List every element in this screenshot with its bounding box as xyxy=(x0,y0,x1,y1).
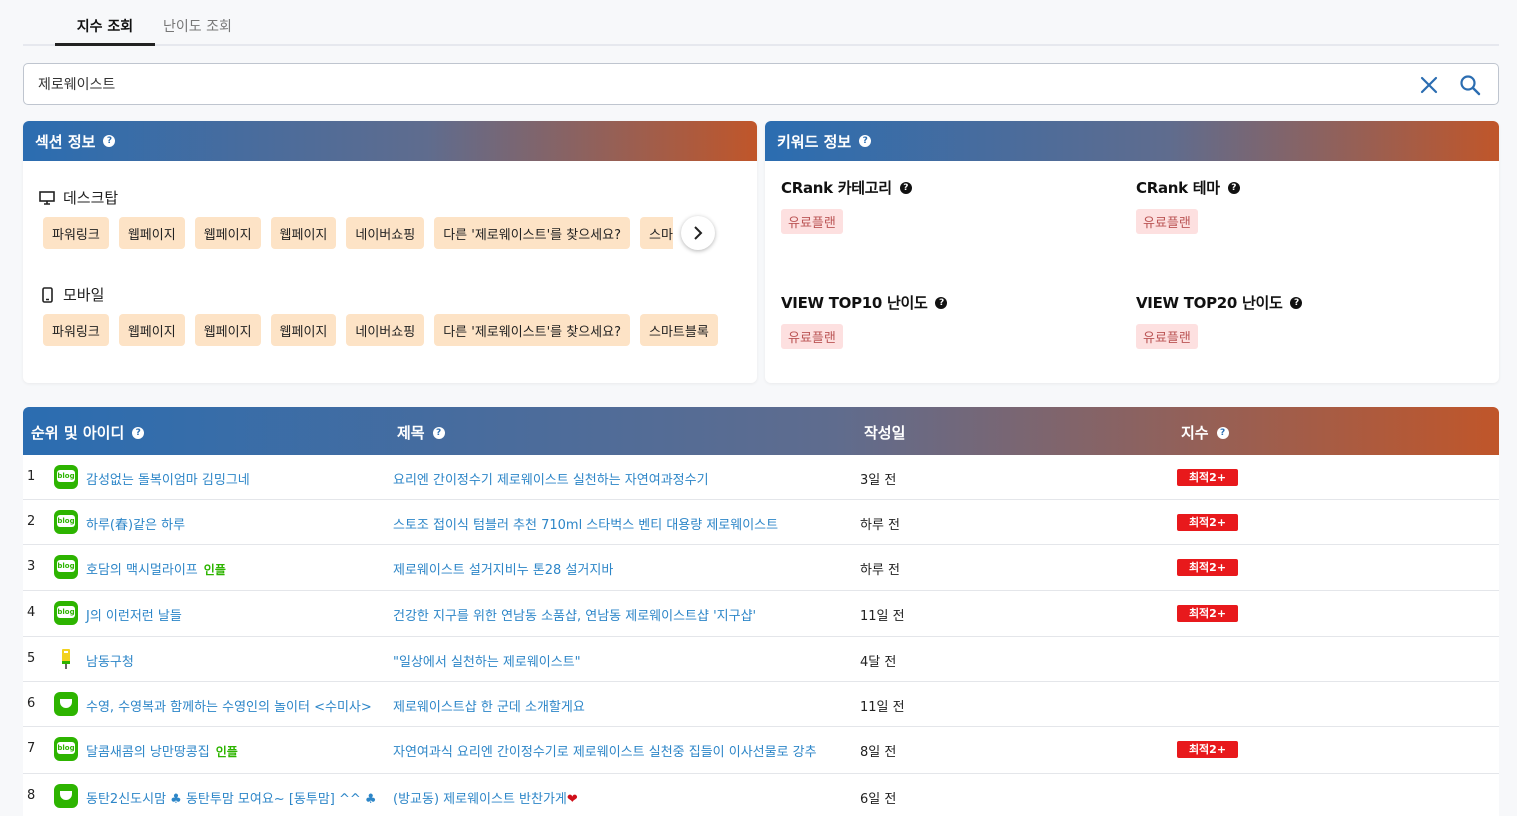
chip[interactable]: 스마트블록 xyxy=(639,314,718,346)
heart-icon: ❤ xyxy=(566,792,578,807)
post-title-link[interactable]: 스토조 접이식 텀블러 추천 710ml 스타벅스 벤티 대용량 제로웨이스트 xyxy=(393,514,778,533)
chevron-right-icon xyxy=(694,226,703,240)
help-icon[interactable]: ? xyxy=(899,181,912,194)
section-info-panel: 섹션 정보 ? 데스크탑 파워링크 웹페이지 웹페이지 웹페이지 네이버쇼핑 다… xyxy=(23,121,757,383)
clear-icon[interactable] xyxy=(1417,73,1441,97)
post-title-link[interactable]: (방교동) 제로웨이스트 반찬가게❤ xyxy=(393,788,578,807)
table-row: 3 호담의 맥시멀라이프인플 제로웨이스트 설거지비누 톤28 설거지바 하루 … xyxy=(23,545,1499,591)
chip[interactable]: 웹페이지 xyxy=(270,314,337,346)
table-row: 1 감성없는 돌복이엄마 김밍그네 요리엔 간이정수기 제로웨이스트 실천하는 … xyxy=(23,455,1499,500)
post-title-link[interactable]: 제로웨이스트 설거지비누 톤28 설거지바 xyxy=(393,559,613,578)
col-rank-id: 순위 및 아이디? xyxy=(31,422,145,443)
monitor-icon xyxy=(39,190,55,205)
desktop-label: 데스크탑 xyxy=(39,187,118,208)
post-title-link[interactable]: 제로웨이스트샵 한 군데 소개할게요 xyxy=(393,696,585,715)
cafe-icon xyxy=(54,692,78,716)
paid-plan-badge[interactable]: 유료플랜 xyxy=(781,324,843,349)
help-icon[interactable]: ? xyxy=(1216,426,1229,439)
blog-name-link[interactable]: J의 이런저런 날들 xyxy=(86,605,182,624)
post-title-link[interactable]: 요리엔 간이정수기 제로웨이스트 실천하는 자연여과정수기 xyxy=(393,469,709,488)
mobile-label: 모바일 xyxy=(39,284,104,305)
chip[interactable]: 네이버쇼핑 xyxy=(346,314,425,346)
blog-name-link[interactable]: 하루(春)같은 하루 xyxy=(86,514,185,533)
post-title-link[interactable]: "일상에서 실천하는 제로웨이스트" xyxy=(393,651,581,670)
blog-name-link[interactable]: 남동구청 xyxy=(86,651,134,670)
help-icon[interactable]: ? xyxy=(103,135,116,147)
blog-icon xyxy=(54,737,78,761)
view-top10-difficulty: VIEW TOP10 난이도? 유료플랜 xyxy=(781,292,948,349)
influencer-badge: 인플 xyxy=(215,745,238,759)
post-title-link[interactable]: 자연여과식 요리엔 간이정수기로 제로웨이스트 실천중 집들이 이사선물로 강추 xyxy=(393,741,817,760)
help-icon[interactable]: ? xyxy=(1227,181,1240,194)
col-title: 제목? xyxy=(397,422,445,443)
table-row: 4 J의 이런저런 날들 건강한 지구를 위한 연남동 소품샵, 연남동 제로웨… xyxy=(23,591,1499,637)
table-row: 5 남동구청 "일상에서 실천하는 제로웨이스트" 4달 전 xyxy=(23,637,1499,682)
optimal-badge: 최적2+ xyxy=(1177,514,1238,531)
chip[interactable]: 웹페이지 xyxy=(118,217,185,249)
help-icon[interactable]: ? xyxy=(1290,296,1303,309)
search-bar xyxy=(23,63,1499,105)
search-input[interactable] xyxy=(38,72,1388,96)
section-info-header: 섹션 정보 ? xyxy=(23,121,757,161)
post-title-link[interactable]: 건강한 지구를 위한 연남동 소품샵, 연남동 제로웨이스트샵 '지구샵' xyxy=(393,605,756,624)
chip[interactable]: 웹페이지 xyxy=(194,314,261,346)
chip[interactable]: 웹페이지 xyxy=(194,217,261,249)
keyword-info-header: 키워드 정보 ? xyxy=(765,121,1499,161)
mobile-chip-list: 파워링크 웹페이지 웹페이지 웹페이지 네이버쇼핑 다른 '제로웨이스트'를 찾… xyxy=(43,314,718,346)
optimal-badge: 최적2+ xyxy=(1177,469,1238,486)
col-date: 작성일 xyxy=(864,424,906,442)
paid-plan-badge[interactable]: 유료플랜 xyxy=(781,209,843,234)
table-row: 2 하루(春)같은 하루 스토조 접이식 텀블러 추천 710ml 스타벅스 벤… xyxy=(23,500,1499,545)
search-icon[interactable] xyxy=(1458,73,1482,97)
mobile-phone-icon xyxy=(42,286,53,303)
table-row: 6 수영, 수영복과 함께하는 수영인의 놀이터 <수미사> 제로웨이스트샵 한… xyxy=(23,682,1499,727)
crank-theme: CRank 테마? 유료플랜 xyxy=(1136,177,1240,234)
crank-category: CRank 카테고리? 유료플랜 xyxy=(781,177,912,234)
keyword-info-panel: 키워드 정보 ? CRank 카테고리? 유료플랜 CRank 테마? 유료플랜… xyxy=(765,121,1499,383)
keyword-info-title: 키워드 정보 xyxy=(777,132,852,151)
tab-difficulty-lookup[interactable]: 난이도 조회 xyxy=(163,16,232,36)
blog-name-link[interactable]: 감성없는 돌복이엄마 김밍그네 xyxy=(86,469,250,488)
blog-name-link[interactable]: 달콤새콤의 낭만땅콩집 인플 xyxy=(86,741,238,760)
view-top20-difficulty: VIEW TOP20 난이도? 유료플랜 xyxy=(1136,292,1303,349)
chip[interactable]: 다른 '제로웨이스트'를 찾으세요? xyxy=(434,217,630,249)
blog-icon xyxy=(54,555,78,579)
chip[interactable]: 파워링크 xyxy=(43,314,109,346)
results-table: 순위 및 아이디? 제목? 작성일 지수? 1 감성없는 돌복이엄마 김밍그네 … xyxy=(23,407,1499,816)
chip[interactable]: 파워링크 xyxy=(43,217,109,249)
col-index: 지수? xyxy=(1181,422,1229,443)
chip[interactable]: 네이버쇼핑 xyxy=(346,217,425,249)
optimal-badge: 최적2+ xyxy=(1177,741,1238,758)
table-header: 순위 및 아이디? 제목? 작성일 지수? xyxy=(23,407,1499,455)
chip[interactable]: 웹페이지 xyxy=(118,314,185,346)
section-info-title: 섹션 정보 xyxy=(35,132,96,151)
blog-icon xyxy=(54,465,78,489)
optimal-badge: 최적2+ xyxy=(1177,559,1238,576)
influencer-badge: 인플 xyxy=(203,563,226,577)
paid-plan-badge[interactable]: 유료플랜 xyxy=(1136,324,1198,349)
tab-bar: 지수 조회 난이도 조회 xyxy=(23,0,1499,46)
blog-icon xyxy=(54,510,78,534)
post-icon xyxy=(54,647,78,671)
table-row: 7 달콤새콤의 낭만땅콩집인플 자연여과식 요리엔 간이정수기로 제로웨이스트 … xyxy=(23,727,1499,774)
help-icon[interactable]: ? xyxy=(432,426,445,439)
carousel-next-button[interactable] xyxy=(681,216,715,250)
tab-index-lookup[interactable]: 지수 조회 xyxy=(55,16,155,46)
cafe-icon xyxy=(54,784,78,808)
blog-name-link[interactable]: 호담의 맥시멀라이프 인플 xyxy=(86,559,226,578)
chip[interactable]: 웹페이지 xyxy=(270,217,337,249)
desktop-chip-list: 파워링크 웹페이지 웹페이지 웹페이지 네이버쇼핑 다른 '제로웨이스트'를 찾… xyxy=(43,217,673,249)
cafe-name-link[interactable]: 동탄2신도시맘 ♣ 동탄투맘 모여요~ [동투맘] ^^ ♣ xyxy=(86,788,377,807)
cafe-name-link[interactable]: 수영, 수영복과 함께하는 수영인의 놀이터 <수미사> xyxy=(86,696,372,715)
help-icon[interactable]: ? xyxy=(859,135,872,147)
help-icon[interactable]: ? xyxy=(935,296,948,309)
chip[interactable]: 다른 '제로웨이스트'를 찾으세요? xyxy=(434,314,630,346)
optimal-badge: 최적2+ xyxy=(1177,605,1238,622)
paid-plan-badge[interactable]: 유료플랜 xyxy=(1136,209,1198,234)
blog-icon xyxy=(54,601,78,625)
table-row: 8 동탄2신도시맘 ♣ 동탄투맘 모여요~ [동투맘] ^^ ♣ (방교동) 제… xyxy=(23,774,1499,816)
chip[interactable]: 스마트블록 xyxy=(639,217,673,249)
help-icon[interactable]: ? xyxy=(132,426,145,439)
